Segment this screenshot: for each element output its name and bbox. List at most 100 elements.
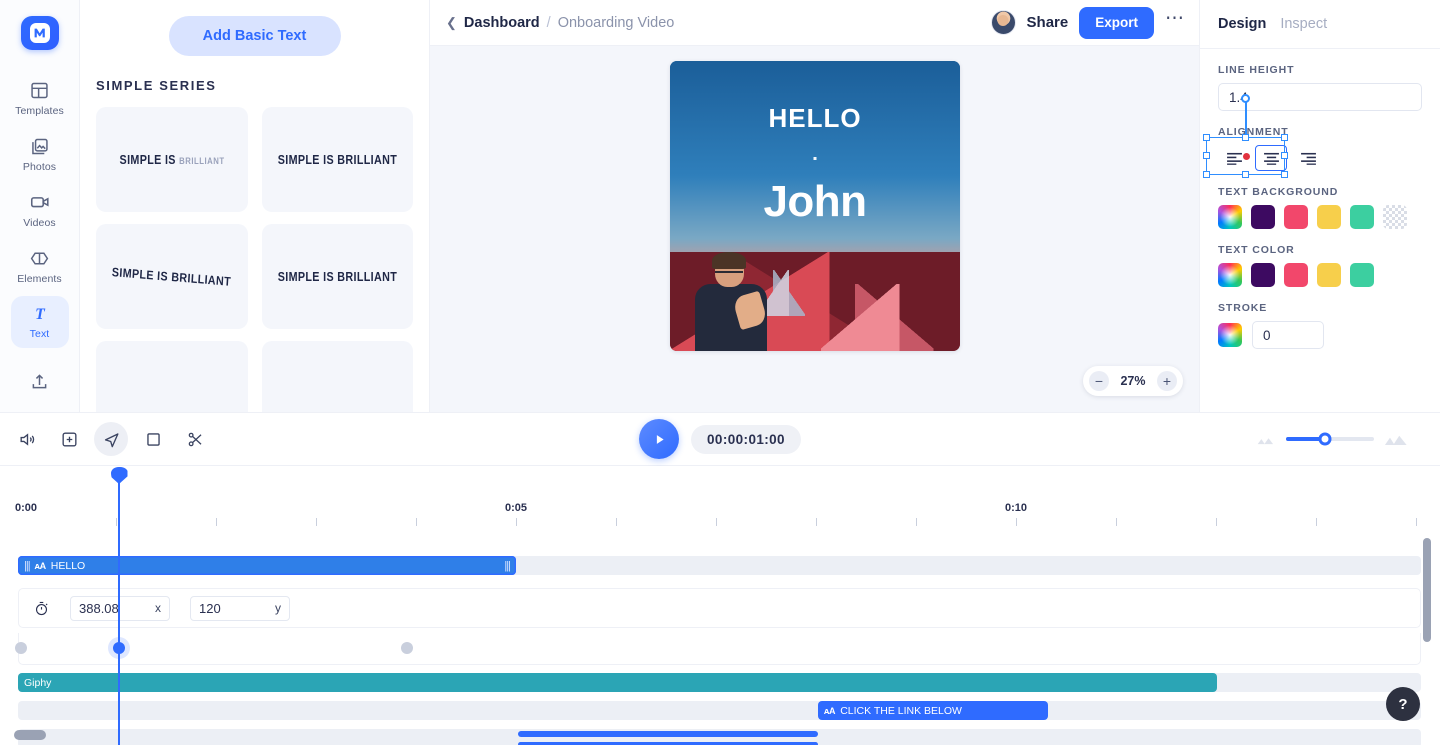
align-right-icon (1300, 152, 1316, 165)
text-aa-icon: ᴀA (824, 705, 836, 716)
template-thumb-plain[interactable]: SIMPLE IS BRILLIANT (261, 107, 413, 212)
canvas-area: ❮ Dashboard / Onboarding Video Share Exp… (430, 0, 1288, 412)
text-bg-swatch-transparent[interactable] (1383, 205, 1407, 229)
position-y-input[interactable] (199, 600, 269, 616)
stroke-width-input[interactable] (1252, 321, 1324, 349)
play-button[interactable] (639, 419, 680, 459)
breadcrumb-dashboard-link[interactable]: Dashboard (464, 15, 540, 31)
zoom-out-button[interactable]: − (1089, 371, 1109, 391)
keyframe-property-row: x y (18, 588, 1421, 628)
more-horizontal-icon[interactable]: ⋯ (1165, 9, 1185, 31)
inspector-body: LINE HEIGHT ALIGNMENT (1200, 49, 1440, 349)
text-bg-swatch-rainbow[interactable] (1218, 205, 1242, 229)
template-thumb-slant[interactable]: SIMPLE IS BRILLIANT (261, 224, 413, 329)
text-bg-swatch-yellow[interactable] (1317, 205, 1341, 229)
axis-label-y: y (275, 601, 281, 615)
sidebar-item-elements[interactable]: Elements (11, 240, 69, 292)
text-color-swatch-purple[interactable] (1251, 263, 1275, 287)
zoom-level-value: 27% (1120, 374, 1146, 388)
upload-icon (32, 374, 47, 389)
clip-grip-left[interactable]: ||| (24, 560, 31, 572)
video-preview[interactable]: HELLO John (670, 61, 960, 351)
stopwatch-icon[interactable] (33, 600, 50, 617)
chevron-left-icon[interactable]: ❮ (446, 15, 457, 31)
videos-icon (30, 197, 49, 208)
text-bg-swatch-purple[interactable] (1251, 205, 1275, 229)
timeline-clip-click-link[interactable]: ᴀA CLICK THE LINK BELOW (818, 701, 1048, 720)
add-basic-text-button[interactable]: Add Basic Text (168, 16, 341, 56)
template-thumb-label: SIMPLE IS BRILLIANT (119, 152, 225, 167)
text-aa-icon: ᴀA (34, 560, 47, 571)
person-clapping (690, 251, 771, 351)
tab-inspect[interactable]: Inspect (1280, 16, 1327, 32)
top-bar: ❮ Dashboard / Onboarding Video Share Exp… (430, 0, 1199, 46)
canvas-stage[interactable]: HELLO John − 27% + (430, 46, 1288, 412)
volume-icon[interactable] (10, 422, 44, 456)
position-x-field[interactable]: x (70, 595, 170, 621)
timeline-horizontal-scrollbar[interactable] (14, 730, 46, 740)
canvas-small-marker (813, 156, 817, 160)
timeline-clip-partial[interactable] (518, 731, 818, 737)
canvas-hello-text[interactable]: HELLO (768, 103, 861, 134)
share-button[interactable]: Share (1027, 14, 1069, 31)
avatar[interactable] (990, 10, 1016, 35)
align-right-button[interactable] (1292, 145, 1324, 171)
template-thumbnail-grid: SIMPLE IS BRILLIANT SIMPLE IS BRILLIANT … (96, 107, 413, 412)
template-thumb-arc[interactable]: SIMPLE IS BRILLIANT (96, 224, 248, 329)
timeline-vertical-scrollbar[interactable] (1423, 538, 1431, 642)
timeline-clip-giphy[interactable]: Giphy (18, 673, 1217, 692)
template-thumb-row3-right[interactable] (261, 341, 413, 412)
cursor-arrow-icon[interactable] (94, 422, 128, 456)
sky-background (670, 61, 960, 270)
sidebar-item-photos[interactable]: Photos (11, 128, 69, 180)
stroke-color-swatch[interactable] (1218, 323, 1242, 347)
export-button[interactable]: Export (1079, 6, 1154, 39)
zoom-slider-track[interactable] (1286, 432, 1374, 446)
align-center-button[interactable] (1255, 145, 1287, 171)
sidebar-item-templates[interactable]: Templates (11, 72, 69, 124)
line-height-group: LINE HEIGHT (1218, 64, 1422, 111)
tab-design[interactable]: Design (1218, 16, 1266, 32)
text-color-swatch-pink[interactable] (1284, 263, 1308, 287)
sidebar-label-templates: Templates (15, 104, 64, 117)
app-logo[interactable] (20, 16, 59, 51)
text-background-group: TEXT BACKGROUND (1218, 186, 1422, 229)
template-thumb-label: SIMPLE IS BRILLIANT (277, 269, 397, 284)
sidebar-item-text[interactable]: T Text (10, 296, 69, 348)
text-bg-swatch-green[interactable] (1350, 205, 1374, 229)
position-x-input[interactable] (79, 600, 149, 616)
keyframe-marker[interactable] (401, 642, 413, 654)
keyframe-lane[interactable] (15, 633, 1421, 665)
scissors-icon[interactable] (178, 422, 212, 456)
position-y-field[interactable]: y (190, 595, 290, 621)
help-button[interactable]: ? (1386, 687, 1420, 721)
text-color-swatch-green[interactable] (1350, 263, 1374, 287)
text-color-swatch-rainbow[interactable] (1218, 263, 1242, 287)
anchor-point-marker[interactable] (1242, 152, 1251, 161)
template-thumb-row3-left[interactable] (96, 341, 248, 412)
add-box-icon[interactable] (52, 422, 86, 456)
zoom-slider-knob[interactable] (1318, 432, 1332, 446)
rotation-handle[interactable] (1241, 94, 1250, 103)
keyframe-marker[interactable] (15, 642, 27, 654)
elements-icon (30, 252, 49, 264)
clip-grip-right[interactable]: ||| (504, 560, 511, 572)
canvas-name-text[interactable]: John (763, 177, 867, 227)
zoom-in-button[interactable]: + (1157, 371, 1177, 391)
ruler-label: 0:10 (1004, 502, 1028, 514)
timeline-clip-hello[interactable]: ||| ᴀA HELLO ||| (18, 556, 516, 575)
square-icon[interactable] (136, 422, 170, 456)
mountains-small-icon (1257, 437, 1274, 444)
sidebar-item-videos[interactable]: Videos (11, 184, 69, 236)
playback-controls: 00:00:01:00 (0, 419, 1440, 459)
text-background-label: TEXT BACKGROUND (1218, 186, 1339, 198)
timecode-display[interactable]: 00:00:01:00 (691, 424, 801, 454)
text-color-swatch-yellow[interactable] (1317, 263, 1341, 287)
playhead[interactable] (110, 467, 128, 745)
sidebar-item-upload[interactable] (11, 356, 69, 408)
align-center-icon (1263, 152, 1279, 165)
text-bg-swatch-pink[interactable] (1284, 205, 1308, 229)
template-thumb-mixed[interactable]: SIMPLE IS BRILLIANT (96, 107, 248, 212)
track-lane-3[interactable] (18, 701, 1421, 720)
timeline-ruler[interactable]: 0:00 0:05 0:10 (0, 466, 1440, 526)
